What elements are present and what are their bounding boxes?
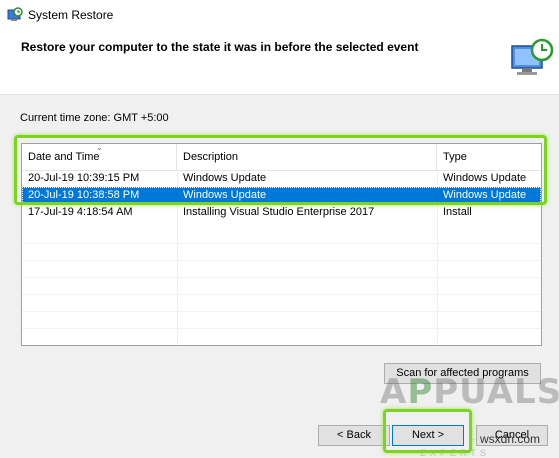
grid-line: [22, 277, 541, 278]
watermark-logo: APPUALS: [380, 372, 559, 412]
table-row[interactable]: 17-Jul-19 4:18:54 AM Installing Visual S…: [22, 204, 541, 221]
highlight-annotation-list: [14, 135, 547, 205]
cell-date: 17-Jul-19 4:18:54 AM: [28, 206, 133, 218]
cell-type: Install: [443, 206, 472, 218]
system-restore-icon: [7, 7, 23, 21]
timezone-label: Current time zone: GMT +5:00: [20, 112, 169, 124]
grid-line: [22, 260, 541, 261]
back-button[interactable]: < Back: [318, 425, 390, 446]
monitor-restore-icon: [511, 38, 554, 75]
title-bar: System Restore: [0, 0, 559, 30]
page-heading: Restore your computer to the state it wa…: [21, 40, 419, 54]
grid-line: [22, 243, 541, 244]
window-title: System Restore: [28, 8, 114, 22]
cell-description: Installing Visual Studio Enterprise 2017: [183, 206, 375, 218]
site-watermark: wsxdn.com: [480, 432, 541, 446]
highlight-annotation-next: [383, 409, 472, 453]
grid-line: [22, 311, 541, 312]
grid-line: [22, 294, 541, 295]
grid-line: [22, 328, 541, 329]
header-band: Restore your computer to the state it wa…: [0, 30, 559, 95]
